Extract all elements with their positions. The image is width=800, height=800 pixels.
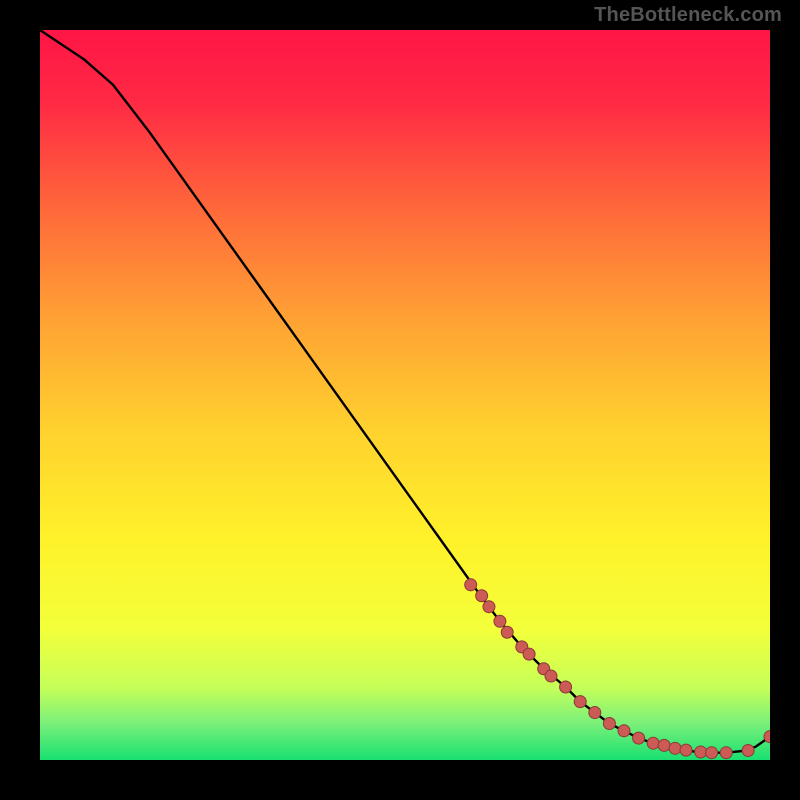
data-marker (603, 718, 615, 730)
data-marker (494, 615, 506, 627)
data-marker (501, 626, 513, 638)
data-marker (465, 579, 477, 591)
data-marker (618, 725, 630, 737)
data-marker (589, 707, 601, 719)
data-marker (706, 747, 718, 759)
data-marker (476, 590, 488, 602)
data-marker (560, 681, 572, 693)
data-marker (695, 746, 707, 758)
data-marker (483, 601, 495, 613)
plot-area (40, 30, 770, 760)
data-marker (633, 732, 645, 744)
data-marker (742, 745, 754, 757)
data-marker (658, 739, 670, 751)
data-marker (574, 696, 586, 708)
plot-svg (40, 30, 770, 760)
data-marker (720, 747, 732, 759)
data-marker (680, 744, 692, 756)
data-marker (545, 670, 557, 682)
data-marker (523, 648, 535, 660)
data-marker (669, 742, 681, 754)
gradient-background (40, 30, 770, 760)
chart-stage: TheBottleneck.com (0, 0, 800, 800)
data-marker (647, 737, 659, 749)
watermark-text: TheBottleneck.com (594, 4, 782, 27)
